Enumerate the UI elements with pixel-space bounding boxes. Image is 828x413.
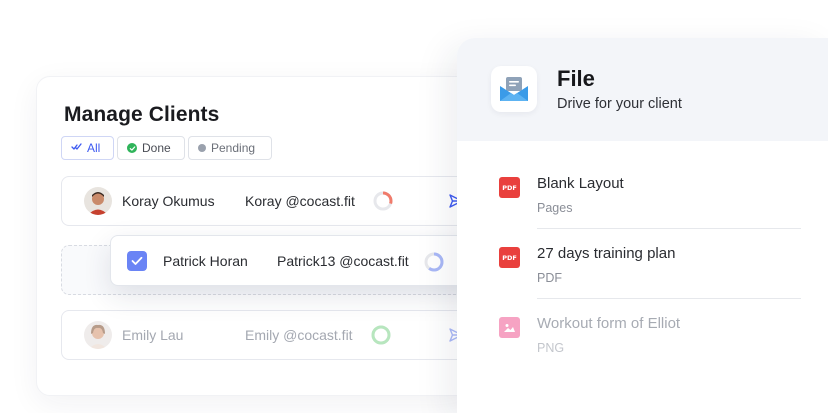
- file-name: Blank Layout: [537, 175, 624, 192]
- file-list-item[interactable]: PDF 27 days training plan PDF: [499, 245, 828, 313]
- client-row[interactable]: Emily Lau Emily @cocast.fit: [61, 310, 475, 360]
- mail-drive-icon: [491, 66, 537, 112]
- divider: [537, 228, 801, 229]
- filter-all-button[interactable]: All: [61, 136, 114, 160]
- avatar: [84, 187, 112, 215]
- check-circle-icon: [127, 143, 137, 153]
- client-row[interactable]: Koray Okumus Koray @cocast.fit: [61, 176, 475, 226]
- file-name: 27 days training plan: [537, 245, 676, 262]
- file-list-item[interactable]: PDF Blank Layout Pages: [499, 175, 828, 243]
- avatar: [84, 321, 112, 349]
- progress-ring-icon: [371, 325, 391, 345]
- pdf-icon: PDF: [499, 177, 520, 198]
- panel-title: File: [557, 66, 595, 91]
- file-name: Workout form of Elliot: [537, 315, 681, 332]
- pdf-icon: PDF: [499, 247, 520, 268]
- client-name: Patrick Horan: [163, 253, 248, 269]
- divider: [537, 298, 801, 299]
- image-icon: [499, 317, 520, 338]
- file-type: PDF: [537, 271, 562, 285]
- progress-ring-icon: [424, 252, 444, 272]
- client-name: Emily Lau: [122, 327, 184, 343]
- bottom-fade: [457, 353, 828, 413]
- row-checkbox[interactable]: [127, 251, 147, 271]
- client-handle: Patrick13 @cocast.fit: [277, 253, 409, 269]
- progress-ring-icon: [373, 191, 393, 211]
- client-handle: Koray @cocast.fit: [245, 193, 355, 209]
- filter-all-label: All: [87, 141, 101, 155]
- check-icon: [131, 256, 143, 265]
- filter-pending-button[interactable]: Pending: [188, 136, 272, 160]
- filter-done-button[interactable]: Done: [117, 136, 185, 160]
- pending-dot-icon: [198, 144, 206, 152]
- filter-done-label: Done: [142, 141, 171, 155]
- file-drive-panel: File Drive for your client PDF Blank Lay…: [457, 38, 828, 413]
- filter-pending-label: Pending: [211, 141, 256, 155]
- file-panel-header: File Drive for your client: [457, 38, 828, 141]
- page-title: Manage Clients: [64, 103, 220, 126]
- client-name: Koray Okumus: [122, 193, 215, 209]
- double-check-icon: [71, 142, 82, 154]
- client-handle: Emily @cocast.fit: [245, 327, 353, 343]
- panel-subtitle: Drive for your client: [557, 96, 682, 112]
- file-type: Pages: [537, 201, 573, 215]
- dragged-client-row[interactable]: Patrick Horan Patrick13 @cocast.fit: [110, 235, 490, 286]
